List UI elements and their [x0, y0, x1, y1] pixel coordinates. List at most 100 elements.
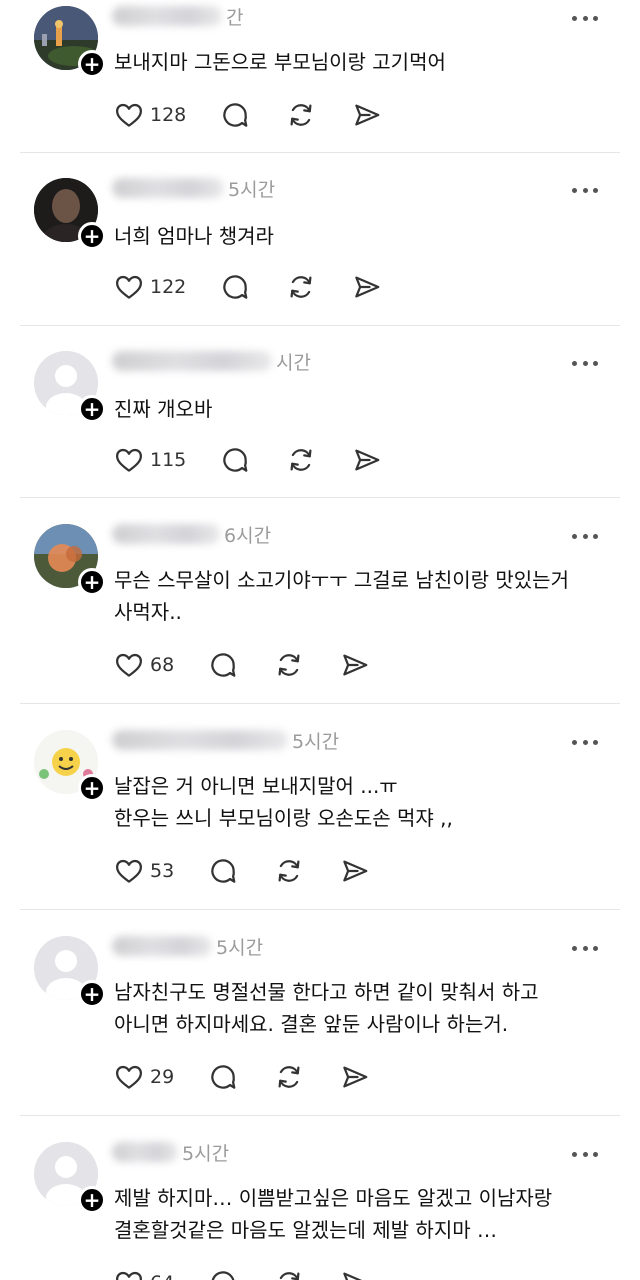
reply-button[interactable] — [208, 650, 274, 680]
comment-text: 남자친구도 명절선물 한다고 하면 같이 맞춰서 하고 아니면 하지마세요. 결… — [114, 976, 539, 1040]
comment-line: 제발 하지마… 이쁨받고싶은 마음도 알겠고 이남자랑 — [114, 1186, 553, 1210]
reply-button[interactable] — [208, 1062, 274, 1092]
comment-line: 결혼할것같은 마음도 알겠는데 제발 하지마 … — [114, 1218, 497, 1242]
username[interactable] — [112, 178, 224, 198]
heart-icon — [114, 650, 144, 680]
comment-line: 날잡은 거 아니면 보내지말어 ...ㅠ — [114, 774, 398, 798]
avatar[interactable]: + — [34, 178, 106, 250]
repost-button[interactable] — [274, 650, 340, 680]
repost-icon — [286, 100, 316, 130]
divider — [20, 325, 620, 326]
more-dots-icon[interactable] — [572, 359, 598, 367]
action-bar: 64 — [114, 1268, 380, 1280]
share-button[interactable] — [340, 1062, 380, 1092]
repost-button[interactable] — [274, 856, 340, 886]
like-button[interactable]: 115 — [114, 445, 220, 475]
comment-text: 날잡은 거 아니면 보내지말어 ...ㅠ 한우는 쓰니 부모님이랑 오손도손 먹… — [114, 770, 453, 834]
post-time: 시간 — [276, 351, 311, 374]
username[interactable] — [112, 351, 272, 371]
comment-line: 사먹자.. — [114, 600, 182, 624]
action-bar: 115 — [114, 445, 392, 475]
like-button[interactable]: 29 — [114, 1062, 208, 1092]
share-button[interactable] — [352, 445, 392, 475]
more-dots-icon[interactable] — [572, 1150, 598, 1158]
username[interactable] — [112, 6, 222, 26]
more-dots-icon[interactable] — [572, 186, 598, 194]
divider — [20, 497, 620, 498]
like-button[interactable]: 68 — [114, 650, 208, 680]
username[interactable] — [112, 936, 212, 956]
avatar[interactable]: + — [34, 730, 106, 802]
share-button[interactable] — [352, 100, 392, 130]
comment-bubble-icon — [220, 272, 250, 302]
avatar[interactable]: + — [34, 936, 106, 1008]
avatar[interactable]: + — [34, 524, 106, 596]
more-dots-icon[interactable] — [572, 738, 598, 746]
follow-button[interactable]: + — [78, 774, 106, 802]
avatar[interactable]: + — [34, 6, 106, 78]
comment-line: 너희 엄마나 챙겨라 — [114, 224, 274, 248]
like-button[interactable]: 122 — [114, 272, 220, 302]
username[interactable] — [112, 730, 288, 750]
author-row: 6시간 — [112, 520, 271, 548]
comment-bubble-icon — [208, 650, 238, 680]
like-count: 128 — [150, 104, 187, 126]
like-count: 115 — [150, 449, 187, 471]
follow-button[interactable]: + — [78, 222, 106, 250]
reply-button[interactable] — [220, 272, 286, 302]
like-count: 68 — [150, 654, 175, 676]
plus-icon: + — [83, 397, 101, 421]
avatar[interactable]: + — [34, 351, 106, 423]
author-row: 5시간 — [112, 1138, 229, 1166]
repost-button[interactable] — [286, 272, 352, 302]
avatar[interactable]: + — [34, 1142, 106, 1214]
share-button[interactable] — [352, 272, 392, 302]
heart-icon — [114, 1268, 144, 1280]
follow-button[interactable]: + — [78, 395, 106, 423]
reply-button[interactable] — [220, 445, 286, 475]
follow-button[interactable]: + — [78, 50, 106, 78]
like-button[interactable]: 64 — [114, 1268, 208, 1280]
plus-icon: + — [83, 776, 101, 800]
reply-button[interactable] — [208, 1268, 274, 1280]
like-count: 64 — [150, 1272, 174, 1280]
send-icon — [340, 856, 370, 886]
heart-icon — [114, 445, 144, 475]
like-button[interactable]: 128 — [114, 100, 220, 130]
plus-icon: + — [83, 982, 101, 1006]
repost-icon — [286, 445, 316, 475]
comment-line: 아니면 하지마세요. 결혼 앞둔 사람이나 하는거. — [114, 1012, 509, 1036]
follow-button[interactable]: + — [78, 568, 106, 596]
author-row: 간 — [112, 2, 243, 30]
comment-text: 진짜 개오바 — [114, 393, 212, 425]
repost-button[interactable] — [274, 1268, 340, 1280]
reply-button[interactable] — [208, 856, 274, 886]
share-button[interactable] — [340, 1268, 380, 1280]
divider — [20, 909, 620, 910]
repost-button[interactable] — [286, 100, 352, 130]
comment-line: 남자친구도 명절선물 한다고 하면 같이 맞춰서 하고 — [114, 980, 539, 1004]
username[interactable] — [112, 524, 220, 544]
action-bar: 128 — [114, 100, 392, 130]
like-button[interactable]: 53 — [114, 856, 208, 886]
repost-icon — [274, 856, 304, 886]
repost-button[interactable] — [274, 1062, 340, 1092]
repost-icon — [274, 1268, 304, 1280]
divider — [20, 1115, 620, 1116]
username[interactable] — [112, 1142, 178, 1162]
share-button[interactable] — [340, 650, 380, 680]
follow-button[interactable]: + — [78, 980, 106, 1008]
divider — [20, 703, 620, 704]
more-dots-icon[interactable] — [572, 532, 598, 540]
comment-bubble-icon — [220, 445, 250, 475]
follow-button[interactable]: + — [78, 1186, 106, 1214]
reply-button[interactable] — [220, 100, 286, 130]
comment-bubble-icon — [208, 1062, 238, 1092]
author-row: 5시간 — [112, 726, 339, 754]
comment-text: 무슨 스무살이 소고기야ㅜㅜ 그걸로 남친이랑 맛있는거 사먹자.. — [114, 564, 569, 628]
more-dots-icon[interactable] — [572, 944, 598, 952]
more-dots-icon[interactable] — [572, 14, 598, 22]
plus-icon: + — [83, 52, 101, 76]
repost-button[interactable] — [286, 445, 352, 475]
share-button[interactable] — [340, 856, 380, 886]
